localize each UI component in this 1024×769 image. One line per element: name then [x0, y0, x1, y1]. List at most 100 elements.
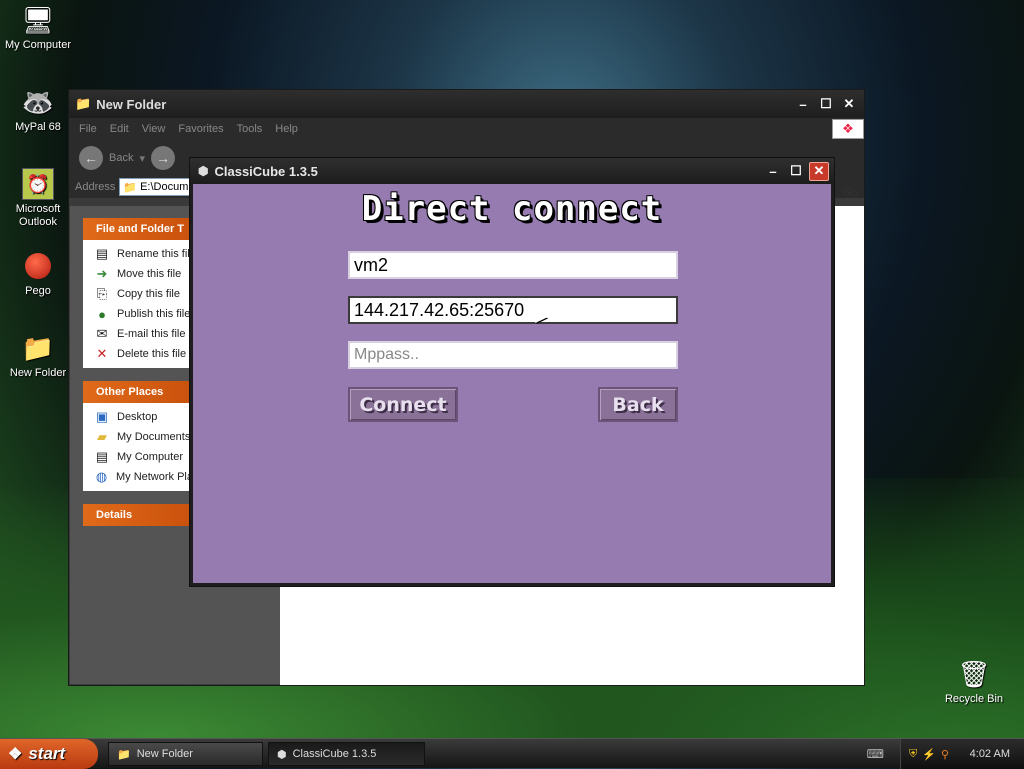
search-icon[interactable]: ⚲	[941, 748, 949, 761]
shield-icon[interactable]: ⛨	[909, 748, 917, 761]
mppass-placeholder: Mppass..	[354, 346, 419, 363]
taskbar-item-new-folder[interactable]: 📁 New Folder	[108, 742, 263, 766]
place-label: My Documents	[117, 431, 191, 443]
mppass-input[interactable]: Mppass..	[348, 341, 678, 369]
username-input[interactable]: vm2	[348, 251, 678, 279]
menu-bar: File Edit View Favorites Tools Help ❖	[69, 118, 864, 140]
task-label: Delete this file	[117, 348, 187, 360]
recycle-bin-icon: 🗑	[957, 658, 991, 689]
menu-view[interactable]: View	[142, 123, 166, 135]
task-move[interactable]: ➜ Move this file	[94, 264, 193, 284]
system-tray: ⛨ ⚡ ⚲ 4:02 AM	[900, 739, 1024, 769]
mypal-icon: 🦝	[21, 86, 55, 117]
documents-icon: ▰	[97, 429, 107, 444]
mouse-cursor-icon: ➤	[533, 307, 549, 327]
windows-logo-icon: ❖	[8, 746, 23, 763]
my-computer-icon: 🖥	[21, 4, 55, 35]
back-label[interactable]: Back	[109, 152, 133, 164]
back-button[interactable]: Back	[598, 387, 678, 422]
menu-help[interactable]: Help	[275, 123, 298, 135]
task-email[interactable]: ✉ E-mail this file	[94, 324, 193, 344]
menu-favorites[interactable]: Favorites	[178, 123, 223, 135]
other-places-panel: Other Places ▣ Desktop ▰ My Documents ▤ My …	[83, 381, 193, 491]
task-label: Publish this file	[117, 308, 191, 320]
place-label: My Network Pla	[115, 471, 193, 483]
outlook-icon: ⏰	[22, 168, 54, 200]
place-my-documents[interactable]: ▰ My Documents	[94, 427, 193, 447]
place-my-network[interactable]: ◍ My Network Pla	[94, 467, 193, 487]
back-arrow-icon[interactable]: ←	[79, 146, 103, 170]
file-folder-tasks-panel: File and Folder T ▤ Rename this fil ➜ Move…	[83, 218, 193, 368]
rename-icon: ▤	[95, 246, 109, 261]
menu-tools[interactable]: Tools	[237, 123, 263, 135]
task-label: Move this file	[117, 268, 182, 280]
maximize-button[interactable]: ☐	[816, 95, 836, 114]
go-button[interactable]: Go	[843, 187, 858, 199]
page-title: Direct connect	[361, 189, 663, 229]
taskbar: ❖ start 📁 New Folder ⬢ ClassiCube 1.3.5 …	[0, 738, 1024, 769]
place-label: Desktop	[117, 411, 158, 423]
desktop-icon-label: New Folder	[9, 367, 67, 379]
task-rename[interactable]: ▤ Rename this fil	[94, 244, 193, 264]
place-my-computer[interactable]: ▤ My Computer	[94, 447, 193, 467]
classicube-window: ⬢ ClassiCube 1.3.5 – ☐ ✕ Direct connect …	[189, 157, 835, 587]
cube-icon: ⬢	[277, 748, 287, 761]
place-desktop[interactable]: ▣ Desktop	[94, 407, 193, 427]
desktop-icon-mypal[interactable]: 🦝 MyPal 68	[0, 86, 76, 134]
keyboard-icon[interactable]: ⌨	[867, 747, 884, 761]
classicube-canvas: Direct connect vm2 144.217.42.65:25670 M…	[193, 184, 831, 583]
task-publish[interactable]: ● Publish this file	[94, 304, 193, 324]
desktop-icon-new-folder[interactable]: 📁 New Folder	[0, 332, 76, 380]
details-header[interactable]: Details	[83, 504, 193, 526]
desktop-icon-pego[interactable]: Pego	[0, 250, 76, 298]
explorer-title: New Folder	[96, 96, 167, 112]
desktop-icon-recycle-bin[interactable]: 🗑 Recycle Bin	[936, 658, 1012, 706]
menu-file[interactable]: File	[79, 123, 97, 135]
classicube-titlebar[interactable]: ⬢ ClassiCube 1.3.5 – ☐ ✕	[190, 158, 834, 184]
task-label: Copy this file	[117, 288, 180, 300]
task-label: E-mail this file	[117, 328, 186, 340]
pego-icon	[22, 250, 54, 282]
taskbar-item-label: New Folder	[136, 748, 193, 760]
address-value: 144.217.42.65:25670	[354, 299, 525, 320]
network-icon: ◍	[95, 469, 108, 484]
minimize-button[interactable]: –	[793, 95, 813, 114]
task-delete[interactable]: ✕ Delete this file	[94, 344, 193, 364]
other-places-header[interactable]: Other Places	[83, 381, 193, 403]
address-value: E:\Docum	[140, 181, 189, 193]
address-label: Address	[75, 181, 116, 193]
desktop-icon-outlook[interactable]: ⏰ Microsoft Outlook	[0, 168, 76, 229]
classicube-title: ClassiCube 1.3.5	[214, 163, 318, 179]
move-icon: ➜	[96, 266, 108, 281]
task-copy[interactable]: ⎘ Copy this file	[94, 284, 193, 304]
taskbar-item-classicube[interactable]: ⬢ ClassiCube 1.3.5	[268, 742, 425, 766]
maximize-button[interactable]: ☐	[786, 162, 806, 181]
globe-icon: ●	[98, 306, 106, 322]
address-input[interactable]: 144.217.42.65:25670	[348, 296, 678, 324]
desktop-icon-label: Pego	[25, 285, 51, 297]
explorer-titlebar[interactable]: 📁 New Folder – ☐ ✕	[69, 90, 864, 118]
close-button[interactable]: ✕	[809, 161, 829, 181]
cube-icon: ⬢	[198, 164, 209, 178]
folder-icon: 📁	[21, 332, 55, 363]
file-folder-tasks-header[interactable]: File and Folder T	[83, 218, 193, 240]
email-icon: ✉	[96, 326, 108, 341]
username-value: vm2	[354, 254, 389, 275]
menu-edit[interactable]: Edit	[110, 123, 129, 135]
computer-icon: ▤	[95, 449, 109, 464]
desktop-icon-my-computer[interactable]: 🖥 My Computer	[0, 4, 76, 52]
minimize-button[interactable]: –	[763, 162, 783, 181]
close-button[interactable]: ✕	[839, 95, 859, 114]
chevron-down-icon[interactable]: ▾	[139, 152, 145, 165]
folder-icon: 📁	[75, 96, 92, 111]
desktop-icon-label: Recycle Bin	[944, 693, 1004, 705]
windows-logo-icon: ❖	[832, 119, 864, 139]
start-button[interactable]: ❖ start	[0, 739, 98, 769]
desktop-icon-label: Microsoft Outlook	[15, 203, 61, 228]
forward-arrow-icon[interactable]: →	[151, 146, 175, 170]
network-icon[interactable]: ⚡	[922, 748, 936, 761]
desktop-icon-label: MyPal 68	[15, 121, 61, 133]
connect-button[interactable]: Connect	[348, 387, 458, 422]
clock[interactable]: 4:02 AM	[970, 748, 1024, 760]
start-label: start	[28, 744, 66, 763]
